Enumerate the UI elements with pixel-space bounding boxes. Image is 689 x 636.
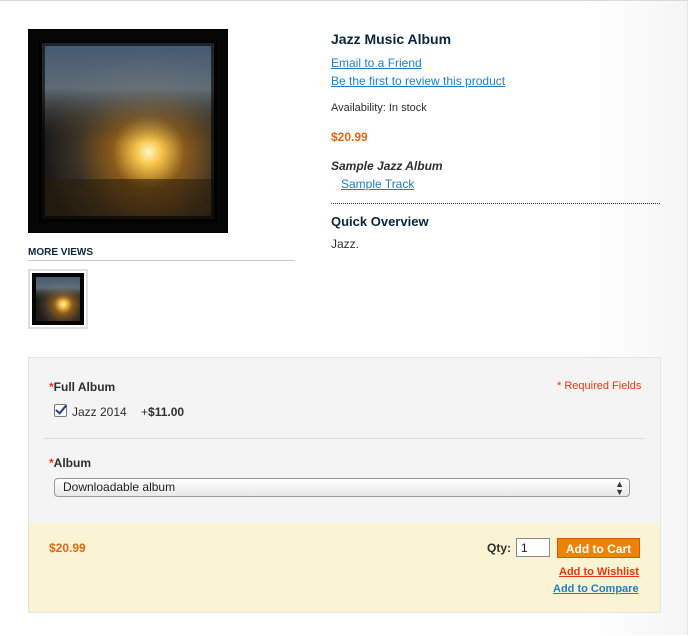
product-price: $20.99 <box>331 130 368 144</box>
sample-title: Sample Jazz Album <box>331 159 443 173</box>
sample-track-link[interactable]: Sample Track <box>341 177 414 191</box>
quick-overview-text: Jazz. <box>331 237 360 251</box>
availability-status: Availability: In stock <box>331 102 427 114</box>
album-select-value: Downloadable album <box>63 480 176 494</box>
add-to-compare-link[interactable]: Add to Compare <box>553 583 639 595</box>
qty-label: Qty: <box>487 541 511 555</box>
product-main-image[interactable] <box>28 29 228 233</box>
album-label-text: Album <box>53 456 92 470</box>
email-friend-link[interactable]: Email to a Friend <box>331 56 422 70</box>
album-cover-image <box>28 29 228 233</box>
cart-price: $20.99 <box>49 541 86 555</box>
options-separator <box>44 438 645 439</box>
review-product-link[interactable]: Be the first to review this product <box>331 74 505 88</box>
add-to-cart-button[interactable]: Add to Cart <box>557 538 640 558</box>
price-value: $11.00 <box>148 405 185 419</box>
qty-input[interactable] <box>516 538 550 557</box>
jazz-2014-checkbox[interactable] <box>54 404 67 417</box>
jazz-2014-label[interactable]: Jazz 2014 <box>72 405 127 419</box>
product-thumbnail[interactable] <box>28 269 88 329</box>
price-prefix: + <box>141 405 149 419</box>
product-name: Jazz Music Album <box>331 31 452 47</box>
full-album-label-text: Full Album <box>53 380 116 394</box>
album-cover-thumbnail <box>32 273 84 325</box>
divider <box>331 203 660 204</box>
jazz-2014-price: +$11.00 <box>141 405 184 419</box>
album-label: *Album <box>49 456 91 470</box>
required-fields-note: * Required Fields <box>557 380 642 392</box>
full-album-label: *Full Album <box>49 380 115 394</box>
add-to-wishlist-link[interactable]: Add to Wishlist <box>559 566 639 578</box>
select-arrows-icon: ▲ ▼ <box>615 479 624 497</box>
quick-overview-title: Quick Overview <box>331 214 429 229</box>
more-views-title: MORE VIEWS <box>28 247 295 261</box>
album-select[interactable]: Downloadable album ▲ ▼ <box>54 478 630 497</box>
